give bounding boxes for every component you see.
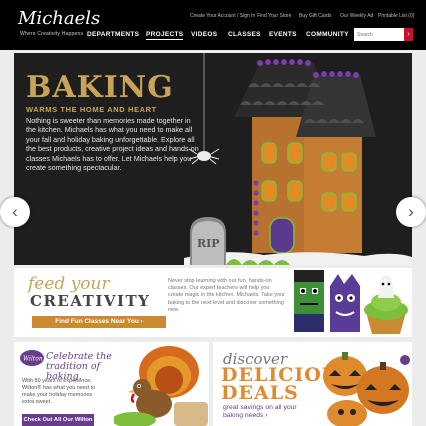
nav-projects[interactable]: PROJECTS: [146, 31, 184, 40]
classes-script-title: feed your: [28, 274, 110, 294]
jack-o-lantern-cookies-image: [323, 352, 410, 426]
classes-title: CREATIVITY: [30, 292, 151, 310]
classes-promo[interactable]: feed your CREATIVITY Find Fun Classes Ne…: [14, 268, 412, 337]
carousel-next-button[interactable]: ›: [396, 197, 426, 227]
deals-promo[interactable]: discover DELICIOUS DEALS great savings o…: [213, 342, 412, 426]
weekly-ad-link[interactable]: Our Weekly Ad: [340, 13, 373, 19]
classes-description: Never stop learning with our fun, hands-…: [168, 278, 285, 313]
account-link[interactable]: Create Your Account / Sign In: [190, 13, 255, 19]
michaels-logo[interactable]: Michaels: [18, 10, 100, 28]
hero-title: BAKING: [26, 70, 174, 105]
find-store-link[interactable]: Find Your Store: [257, 13, 291, 19]
nav-videos[interactable]: VIDEOS: [191, 31, 217, 38]
chevron-left-icon: ‹: [12, 202, 18, 221]
wilton-logo-icon: Wilton: [20, 350, 44, 366]
search-button[interactable]: ›: [404, 28, 413, 41]
wilton-description: With 80 years of experience, Wilton® has…: [22, 378, 96, 405]
search-arrow-icon: ›: [407, 31, 410, 38]
gift-cards-link[interactable]: Buy Gift Cards: [299, 13, 332, 19]
deals-description: great savings on all your baking needs ›: [223, 404, 297, 419]
top-header: Michaels Where Creativity Happens Create…: [0, 0, 426, 50]
rip-text: RIP: [197, 237, 220, 250]
wilton-promo[interactable]: Wilton Celebrate the tradition of baking…: [14, 342, 209, 426]
printable-list-link[interactable]: Printable List (0): [378, 13, 414, 19]
hero-banner[interactable]: BAKING WARMS THE HOME AND HEART Nothing …: [14, 53, 412, 265]
nav-community[interactable]: COMMUNITY: [306, 31, 349, 38]
logo-tagline: Where Creativity Happens: [20, 31, 84, 37]
wilton-products-button[interactable]: Check Out All Our Wilton Products: [22, 414, 94, 426]
search-input[interactable]: [354, 28, 404, 41]
nav-departments[interactable]: DEPARTMENTS: [87, 31, 139, 38]
turkey-cake-image: [114, 346, 208, 426]
haunted-gingerbread-house-image: RIP: [184, 53, 412, 265]
find-classes-button[interactable]: Find Fun Classes Near You ›: [32, 316, 166, 328]
deals-title: DELICIOUS DEALS: [221, 364, 355, 404]
carousel-prev-button[interactable]: ‹: [0, 197, 30, 227]
chevron-right-icon: ›: [408, 202, 414, 221]
halloween-cookies-image: [294, 270, 408, 334]
svg-text:Wilton: Wilton: [23, 356, 43, 363]
hero-subtitle: WARMS THE HOME AND HEART: [26, 105, 157, 114]
nav-classes[interactable]: CLASSES: [228, 31, 261, 38]
nav-events[interactable]: EVENTS: [269, 31, 297, 38]
